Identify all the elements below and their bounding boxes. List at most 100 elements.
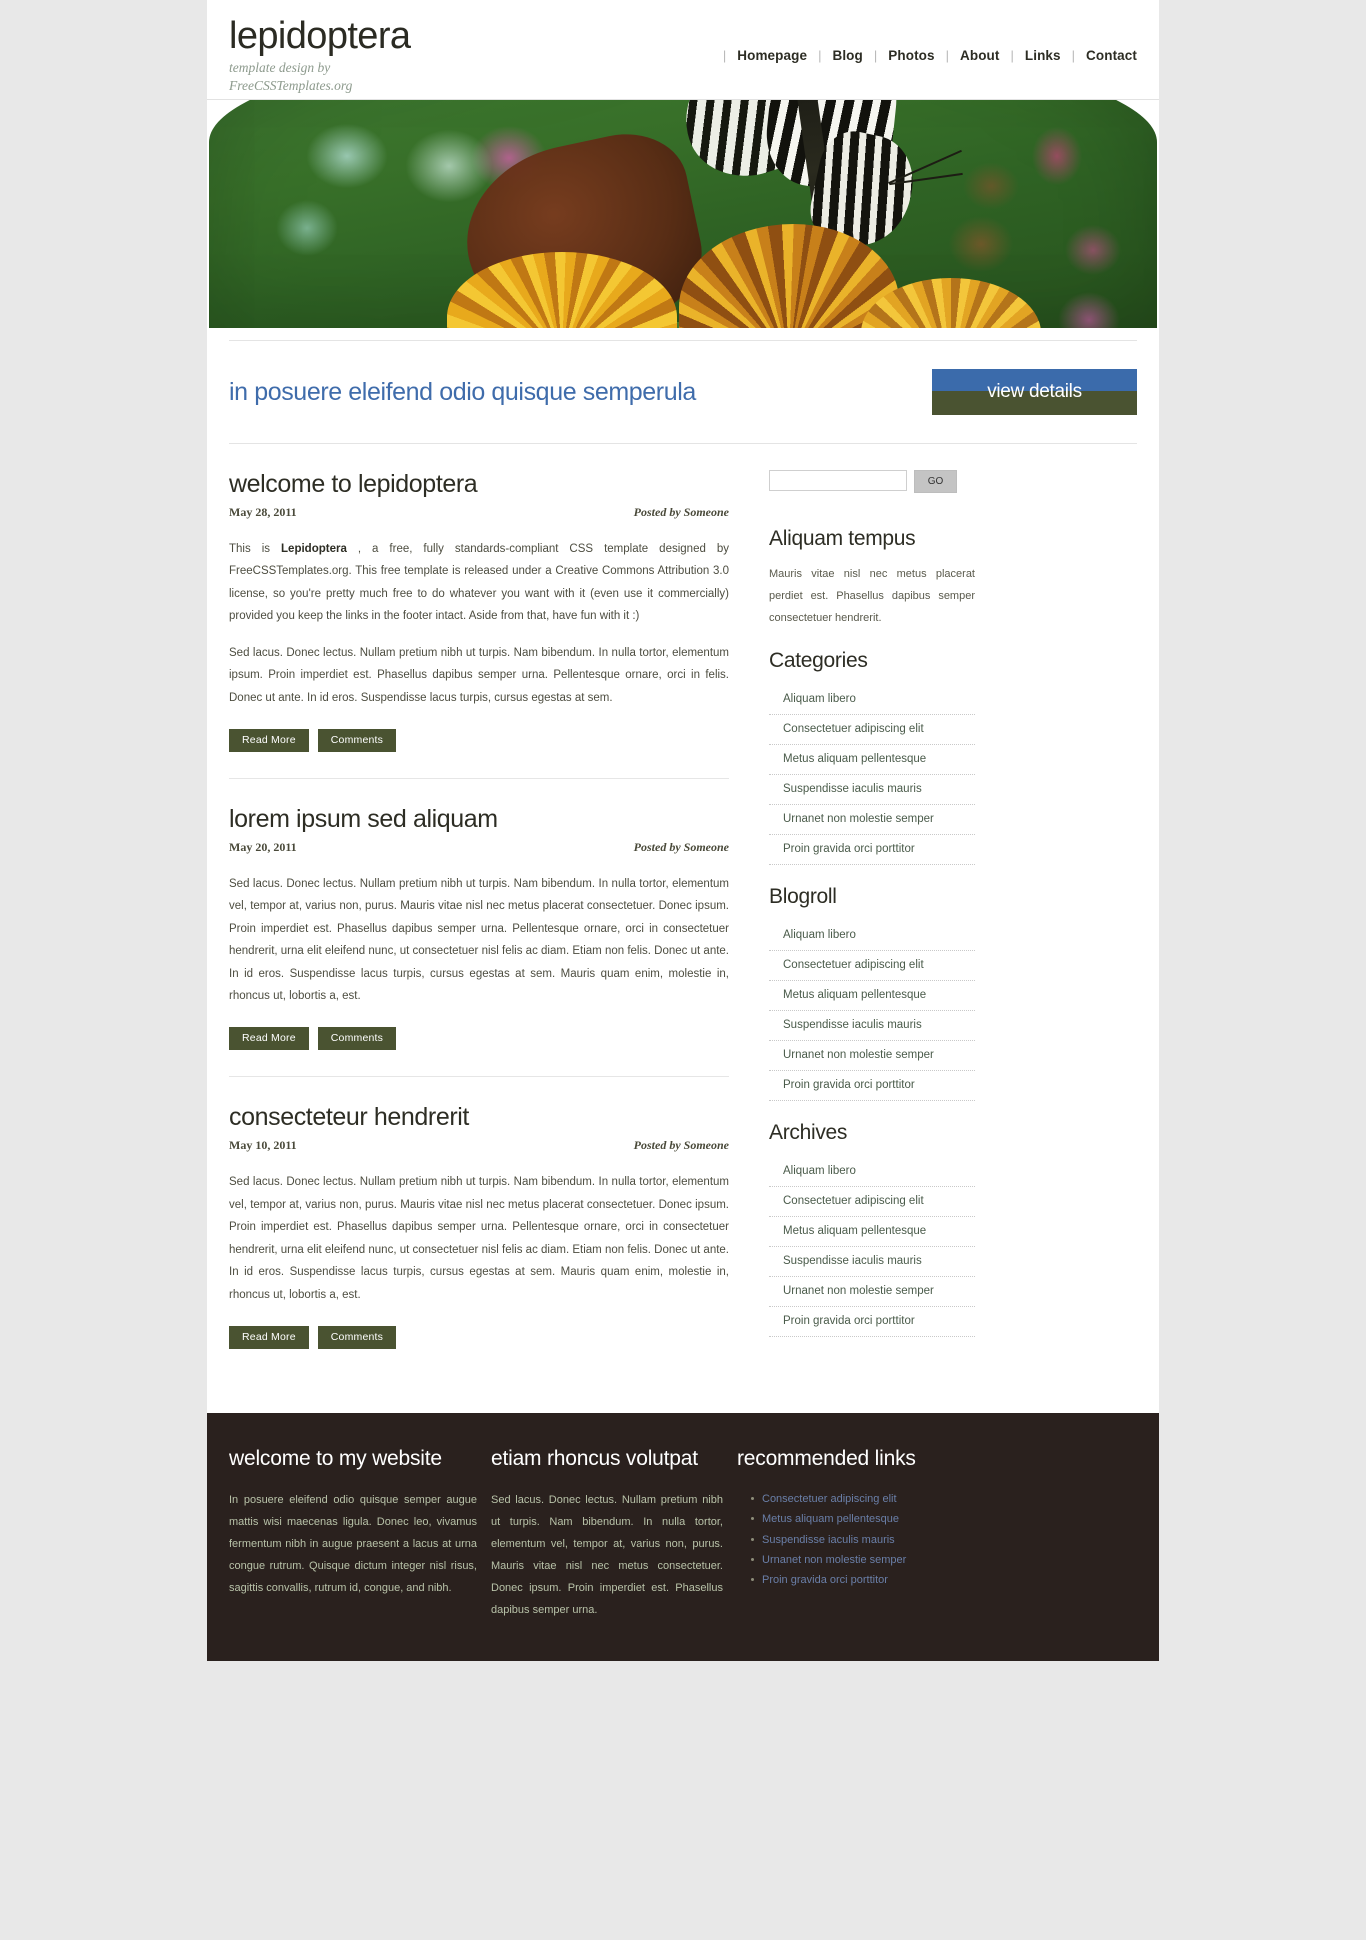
search-go-button[interactable]: GO <box>914 470 957 493</box>
search-input[interactable] <box>769 470 907 491</box>
footer-heading-welcome: welcome to my website <box>229 1447 442 1471</box>
sidebar-heading-categories: Categories <box>769 649 868 672</box>
blogroll-link[interactable]: Consectetuer adipiscing elit <box>769 951 975 980</box>
comments-button[interactable]: Comments <box>317 728 397 752</box>
menu-separator: | <box>945 48 950 63</box>
post-author: Posted by Someone <box>633 505 729 519</box>
blog-post: consecteteur hendrerit May 10, 2011 Post… <box>229 1076 729 1363</box>
sidebar-section-archives: Archives Aliquam libero Consectetuer adi… <box>769 1121 975 1357</box>
list-item: Urnanet non molestie semper <box>769 1277 975 1307</box>
menu-separator: | <box>1071 48 1076 63</box>
sidebar-section-aliquam: Aliquam tempus Mauris vitae nisl nec met… <box>769 527 975 649</box>
list-item: Consectetuer adipiscing elit <box>751 1489 983 1509</box>
list-item: Suspendisse iaculis mauris <box>751 1530 983 1550</box>
read-more-button[interactable]: Read More <box>229 1326 309 1350</box>
nav-item-contact[interactable]: Contact <box>1086 48 1137 63</box>
logo-tagline-link[interactable]: FreeCSSTemplates.org <box>229 78 352 93</box>
post-body-strong: Lepidoptera <box>281 543 347 555</box>
page-wrapper: lepidoptera template design by FreeCSSTe… <box>207 0 1159 1662</box>
category-link[interactable]: Metus aliquam pellentesque <box>769 745 975 774</box>
post-body: Sed lacus. Donec lectus. Nullam pretium … <box>229 1176 729 1301</box>
archive-link[interactable]: Aliquam libero <box>769 1157 975 1186</box>
list-item: Aliquam libero <box>769 685 975 715</box>
list-item: Consectetuer adipiscing elit <box>769 1187 975 1217</box>
footer-link[interactable]: Urnanet non molestie semper <box>762 1554 906 1566</box>
blogroll-link[interactable]: Aliquam libero <box>769 921 975 950</box>
banner-inner <box>207 100 1159 328</box>
archive-link[interactable]: Proin gravida orci porttitor <box>769 1307 975 1336</box>
footer-link[interactable]: Consectetuer adipiscing elit <box>762 1493 897 1505</box>
list-item: Metus aliquam pellentesque <box>769 981 975 1011</box>
footer-link[interactable]: Proin gravida orci porttitor <box>762 1574 888 1586</box>
nav-item-blog[interactable]: Blog <box>832 48 862 63</box>
nav-item-about[interactable]: About <box>960 48 999 63</box>
footer-heading-etiam: etiam rhoncus volutpat <box>491 1447 698 1471</box>
search-form: GO <box>769 470 975 527</box>
post-body-pre: This is <box>229 543 282 555</box>
list-item: Suspendisse iaculis mauris <box>769 1011 975 1041</box>
footer-link[interactable]: Suspendisse iaculis mauris <box>762 1534 895 1546</box>
read-more-button[interactable]: Read More <box>229 728 309 752</box>
list-item: Proin gravida orci porttitor <box>751 1570 983 1590</box>
blogroll-link[interactable]: Suspendisse iaculis mauris <box>769 1011 975 1040</box>
nav-item-homepage[interactable]: Homepage <box>737 48 807 63</box>
post-author: Posted by Someone <box>633 839 729 854</box>
blog-post: welcome to lepidoptera May 28, 2011 Post… <box>229 470 729 766</box>
blog-post: lorem ipsum sed aliquam May 20, 2011 Pos… <box>229 777 729 1065</box>
comments-button[interactable]: Comments <box>317 1027 397 1051</box>
logo-tagline: template design by FreeCSSTemplates.org <box>229 59 410 95</box>
footer-link[interactable]: Metus aliquam pellentesque <box>762 1513 899 1525</box>
post-actions: Read More Comments <box>229 1320 729 1350</box>
main-navigation: | Homepage | Blog | Photos | About | Lin… <box>712 0 1137 63</box>
footer-text-welcome: In posuere eleifend odio quisque semper … <box>229 1494 477 1595</box>
archive-link[interactable]: Metus aliquam pellentesque <box>769 1217 975 1246</box>
blogroll-link[interactable]: Metus aliquam pellentesque <box>769 981 975 1010</box>
blogroll-link[interactable]: Proin gravida orci porttitor <box>769 1071 975 1100</box>
butterfly-photo <box>209 100 1157 328</box>
menu-separator: | <box>873 48 878 63</box>
category-link[interactable]: Consectetuer adipiscing elit <box>769 715 975 744</box>
comments-button[interactable]: Comments <box>317 1326 397 1350</box>
list-item: Proin gravida orci porttitor <box>769 1307 975 1337</box>
category-link[interactable]: Suspendisse iaculis mauris <box>769 775 975 804</box>
logo-tagline-line1: template design by <box>229 59 331 75</box>
site-header: lepidoptera template design by FreeCSSTe… <box>207 0 1159 100</box>
archive-link[interactable]: Consectetuer adipiscing elit <box>769 1187 975 1216</box>
category-link[interactable]: Urnanet non molestie semper <box>769 805 975 834</box>
post-date: May 20, 2011 <box>229 839 297 854</box>
categories-list: Aliquam libero Consectetuer adipiscing e… <box>769 685 975 865</box>
footer-column-etiam: etiam rhoncus volutpat Sed lacus. Donec … <box>491 1447 737 1621</box>
sidebar-text-aliquam: Mauris vitae nisl nec metus placerat per… <box>769 568 975 624</box>
blogroll-link[interactable]: Urnanet non molestie semper <box>769 1041 975 1070</box>
read-more-button[interactable]: Read More <box>229 1027 309 1051</box>
list-item: Aliquam libero <box>769 1157 975 1187</box>
list-item: Proin gravida orci porttitor <box>769 835 975 865</box>
post-body: Sed lacus. Donec lectus. Nullam pretium … <box>229 646 729 704</box>
list-item: Suspendisse iaculis mauris <box>769 1247 975 1277</box>
nav-item-links[interactable]: Links <box>1025 48 1061 63</box>
footer-column-welcome: welcome to my website In posuere eleifen… <box>229 1447 491 1621</box>
post-date: May 10, 2011 <box>229 1138 297 1153</box>
archive-link[interactable]: Urnanet non molestie semper <box>769 1277 975 1306</box>
two-column-layout: welcome to lepidoptera May 28, 2011 Post… <box>229 444 1137 1413</box>
post-title: consecteteur hendrerit <box>229 1103 469 1132</box>
list-item: Urnanet non molestie semper <box>769 805 975 835</box>
nav-item-photos[interactable]: Photos <box>888 48 934 63</box>
list-item: Consectetuer adipiscing elit <box>769 715 975 745</box>
blogroll-list: Aliquam libero Consectetuer adipiscing e… <box>769 921 975 1101</box>
footer-links-list: Consectetuer adipiscing elit Metus aliqu… <box>737 1489 983 1591</box>
splash-headline: in posuere eleifend odio quisque semperu… <box>229 377 696 406</box>
list-item: Metus aliquam pellentesque <box>769 745 975 775</box>
post-author: Posted by Someone <box>633 1138 729 1153</box>
site-logo[interactable]: lepidoptera template design by FreeCSSTe… <box>229 0 411 95</box>
footer-column-links: recommended links Consectetuer adipiscin… <box>737 1447 983 1621</box>
category-link[interactable]: Proin gravida orci porttitor <box>769 835 975 864</box>
post-actions: Read More Comments <box>229 723 729 752</box>
site-footer: welcome to my website In posuere eleifen… <box>207 1413 1159 1662</box>
footer-text-etiam: Sed lacus. Donec lectus. Nullam pretium … <box>491 1494 723 1617</box>
category-link[interactable]: Aliquam libero <box>769 685 975 714</box>
sidebar-heading-aliquam: Aliquam tempus <box>769 527 916 550</box>
post-meta: May 28, 2011 Posted by Someone <box>229 505 729 538</box>
archive-link[interactable]: Suspendisse iaculis mauris <box>769 1247 975 1276</box>
view-details-button[interactable]: view details <box>932 369 1137 415</box>
